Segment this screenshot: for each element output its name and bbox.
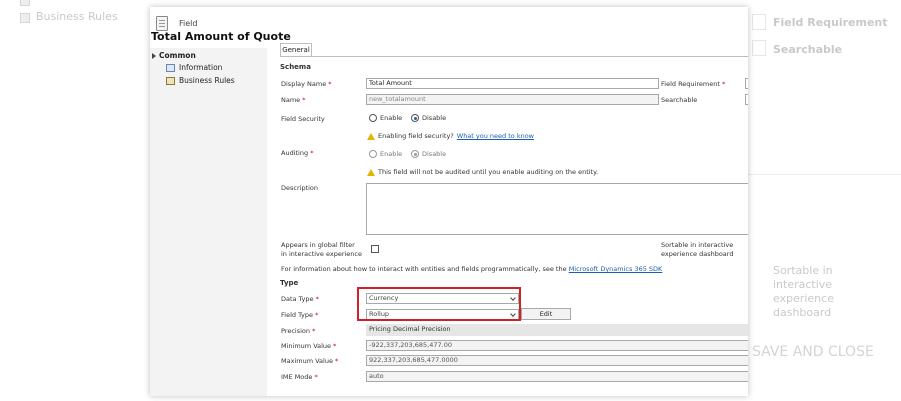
searchable-select[interactable] xyxy=(745,94,748,105)
bg-input-box xyxy=(752,14,766,30)
auditing-disable: Disable xyxy=(411,150,446,158)
warning-icon xyxy=(367,168,375,176)
warning-text: Enabling field security? xyxy=(378,132,454,140)
schema-heading: Schema xyxy=(280,63,311,71)
radio-label: Enable xyxy=(380,114,403,122)
tab-general[interactable]: General xyxy=(280,43,312,56)
field-requirement-select[interactable] xyxy=(745,78,748,89)
bg-field-requirement-label: Field Requirement xyxy=(773,16,888,29)
name-label: Name * xyxy=(281,96,306,104)
bg-save-close: SAVE AND CLOSE xyxy=(752,344,874,360)
auditing-warning: This field will not be audited until you… xyxy=(367,168,598,176)
field-dialog: Field Total Amount of Quote Common Infor… xyxy=(150,7,748,396)
tab-underline xyxy=(280,56,748,57)
radio-label: Enable xyxy=(380,150,403,158)
bg-input-box xyxy=(752,40,766,56)
field-document-icon xyxy=(156,16,168,31)
bg-searchable-label: Searchable xyxy=(773,43,843,56)
radio-icon xyxy=(369,114,377,122)
display-name-label: Display Name * xyxy=(281,80,332,88)
expand-triangle-icon xyxy=(152,52,156,59)
sdk-info-label: For information about how to interact wi… xyxy=(281,265,567,273)
dialog-kicker: Field xyxy=(179,19,198,28)
data-type-label: Data Type * xyxy=(281,295,319,303)
description-textarea[interactable] xyxy=(366,183,748,235)
nav-item-label: Information xyxy=(179,63,223,72)
bg-business-rules-label: Business Rules xyxy=(36,10,118,23)
what-you-need-to-know-link[interactable]: What you need to know xyxy=(457,132,534,140)
nav-item-information[interactable]: Information xyxy=(166,63,222,72)
radio-selected-icon xyxy=(411,114,419,122)
field-security-disable[interactable]: Disable xyxy=(411,114,446,122)
dialog-header: Field Total Amount of Quote xyxy=(150,7,748,45)
warning-text: This field will not be audited until you… xyxy=(378,168,599,176)
field-security-enable[interactable]: Enable xyxy=(369,114,402,122)
maximum-value-input: 922,337,203,685,477.0000 xyxy=(366,355,748,366)
maximum-value-label: Maximum Value * xyxy=(281,357,339,365)
searchable-label: Searchable xyxy=(661,96,698,104)
sortable-label-1: Sortable in interactive xyxy=(661,241,734,249)
bg-divider xyxy=(748,174,901,175)
sdk-link[interactable]: Microsoft Dynamics 365 SDK xyxy=(569,265,663,273)
field-security-label: Field Security xyxy=(281,115,325,123)
left-nav: Common Information Business Rules xyxy=(150,48,267,396)
auditing-label: Auditing * xyxy=(281,149,314,157)
radio-selected-icon xyxy=(411,150,419,158)
nav-section-common[interactable]: Common xyxy=(152,51,196,60)
global-filter-label-2: in interactive experience xyxy=(281,250,362,258)
type-heading: Type xyxy=(280,279,299,287)
auditing-enable: Enable xyxy=(369,150,402,158)
precision-label: Precision * xyxy=(281,327,316,335)
precision-value: Pricing Decimal Precision xyxy=(366,324,748,336)
minimum-value-input: -922,337,203,685,477.00 xyxy=(366,340,748,351)
ime-mode-label: IME Mode * xyxy=(281,373,318,381)
highlight-box xyxy=(357,287,521,321)
sortable-label-2: experience dashboard xyxy=(661,250,734,258)
minimum-value-label: Minimum Value * xyxy=(281,342,337,350)
field-type-label: Field Type * xyxy=(281,311,319,319)
display-name-input[interactable]: Total Amount xyxy=(366,78,659,89)
nav-section-label: Common xyxy=(159,51,196,60)
nav-item-label: Business Rules xyxy=(179,76,235,85)
business-rules-icon xyxy=(166,76,175,85)
dialog-title: Total Amount of Quote xyxy=(151,30,291,43)
sdk-info-text: For information about how to interact wi… xyxy=(281,265,662,273)
description-label: Description xyxy=(281,184,319,192)
information-icon xyxy=(166,63,175,72)
global-filter-checkbox[interactable] xyxy=(371,245,379,253)
name-input: new_totalamount xyxy=(366,94,659,105)
radio-label: Disable xyxy=(422,150,447,158)
radio-label: Disable xyxy=(422,114,447,122)
information-icon xyxy=(20,0,30,6)
warning-icon xyxy=(367,132,375,140)
field-requirement-label: Field Requirement * xyxy=(661,80,726,88)
radio-icon xyxy=(369,150,377,158)
nav-item-business-rules[interactable]: Business Rules xyxy=(166,76,235,85)
field-security-warning: Enabling field security? What you need t… xyxy=(367,132,534,140)
business-rules-icon xyxy=(20,13,30,23)
edit-button[interactable]: Edit xyxy=(521,308,571,320)
ime-mode-select[interactable]: auto xyxy=(366,371,748,382)
bg-sortable-label: Sortable in interactive experience dashb… xyxy=(773,264,834,319)
global-filter-label-1: Appears in global filter xyxy=(281,241,355,249)
